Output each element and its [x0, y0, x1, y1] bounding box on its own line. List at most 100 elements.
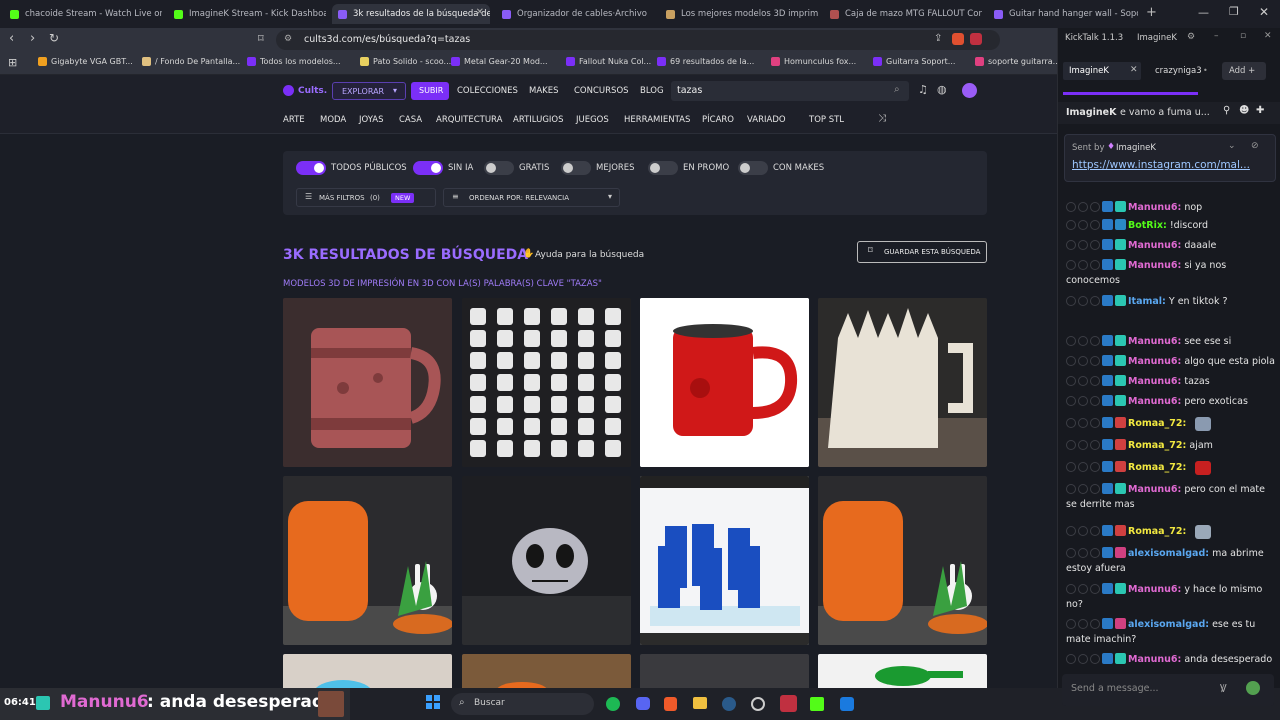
unpin-icon[interactable]: ⊘	[1251, 141, 1259, 151]
message-action-icon[interactable]	[1090, 462, 1100, 472]
discord-icon[interactable]	[636, 697, 650, 710]
add-chat-button[interactable]: Add +	[1222, 62, 1266, 80]
model-thumbnail[interactable]	[818, 654, 987, 688]
chat-username[interactable]: Romaa_72:	[1128, 440, 1186, 451]
model-thumbnail[interactable]	[640, 654, 809, 688]
bookmark-item[interactable]: soporte guitarra...	[975, 57, 1060, 66]
search-input[interactable]: tazas ⌕	[671, 81, 909, 101]
chat-message[interactable]: Manunu6: si ya nos conocemos	[1066, 258, 1276, 288]
category-casa[interactable]: CASA	[399, 115, 422, 125]
close-tab-icon[interactable]: ✕	[1130, 65, 1138, 75]
category-herramientas[interactable]: HERRAMIENTAS	[624, 115, 690, 125]
chat-username[interactable]: Manunu6:	[1128, 240, 1181, 251]
message-action-icon[interactable]	[1078, 240, 1088, 250]
chat-username[interactable]: Manunu6:	[1128, 336, 1181, 347]
message-action-icon[interactable]	[1078, 462, 1088, 472]
address-bar[interactable]: ⚙ cults3d.com/es/búsqueda?q=tazas ⇪	[276, 30, 1000, 50]
bookmark-item[interactable]: / Fondo De Pantalla...	[142, 57, 240, 66]
chat-message[interactable]: Manunu6: tazas	[1066, 374, 1276, 389]
model-thumbnail[interactable]	[640, 476, 809, 645]
toggle-gratis[interactable]	[484, 161, 514, 175]
model-thumbnail[interactable]	[462, 654, 631, 688]
category-variado[interactable]: VARIADO	[747, 115, 786, 125]
kick-icon[interactable]	[810, 697, 824, 711]
bookmark-item[interactable]: 69 resultados de la...	[657, 57, 754, 66]
model-thumbnail[interactable]	[283, 654, 452, 688]
bookmark-item[interactable]: Fallout Nuka Col...	[566, 57, 651, 66]
message-action-icon[interactable]	[1066, 240, 1076, 250]
chat-message[interactable]: Manunu6: algo que esta piola	[1066, 354, 1276, 369]
message-action-icon[interactable]	[1066, 296, 1076, 306]
message-action-icon[interactable]	[1090, 548, 1100, 558]
message-action-icon[interactable]	[1090, 336, 1100, 346]
category-arte[interactable]: ARTE	[283, 115, 305, 125]
browser-tab[interactable]: Organizador de cables·Archivo	[496, 4, 654, 24]
back-icon[interactable]: ‹	[9, 31, 14, 46]
chat-message[interactable]: Itamal: Y en tiktok ?	[1066, 294, 1276, 309]
message-action-icon[interactable]	[1078, 202, 1088, 212]
model-thumbnail[interactable]	[283, 298, 452, 467]
message-action-icon[interactable]	[1090, 396, 1100, 406]
chat-username[interactable]: Manunu6:	[1128, 654, 1181, 665]
message-action-icon[interactable]	[1090, 619, 1100, 629]
bookmark-item[interactable]: Gigabyte VGA GBT...	[38, 57, 133, 66]
message-action-icon[interactable]	[1090, 296, 1100, 306]
brave-shield-icon[interactable]	[952, 33, 964, 45]
model-thumbnail[interactable]	[462, 476, 631, 645]
avatar[interactable]	[962, 83, 977, 98]
chat-username[interactable]: alexisomalgad:	[1128, 548, 1209, 559]
pin-icon[interactable]: ⚲	[1223, 105, 1230, 116]
message-action-icon[interactable]	[1090, 202, 1100, 212]
message-action-icon[interactable]	[1066, 260, 1076, 270]
toggle-con-makes[interactable]	[738, 161, 768, 175]
message-action-icon[interactable]	[1078, 654, 1088, 664]
message-action-icon[interactable]	[1090, 584, 1100, 594]
site-logo[interactable]: Cults.	[298, 86, 327, 96]
message-action-icon[interactable]	[1066, 356, 1076, 366]
message-action-icon[interactable]	[1090, 376, 1100, 386]
unpin-icon[interactable]: ✚	[1256, 105, 1264, 116]
message-action-icon[interactable]	[1090, 356, 1100, 366]
browser-tab-active[interactable]: 3k resultados de la búsqueda de ✕	[332, 4, 490, 24]
chat-message[interactable]: Romaa_72:	[1066, 460, 1276, 475]
message-action-icon[interactable]	[1066, 440, 1076, 450]
message-action-icon[interactable]	[1078, 396, 1088, 406]
sort-select[interactable]: ≡ ORDENAR POR: RELEVANCIA ▾	[443, 188, 620, 207]
message-action-icon[interactable]	[1066, 418, 1076, 428]
browser-tab[interactable]: Guitar hand hanger wall - Sopor	[988, 4, 1138, 24]
message-action-icon[interactable]	[1090, 220, 1100, 230]
minimize-icon[interactable]: —	[1198, 6, 1209, 19]
chat-tab-crazyniga3[interactable]: crazyniga3	[1155, 66, 1202, 76]
chat-username[interactable]: Romaa_72:	[1128, 418, 1186, 429]
folder-icon[interactable]	[693, 697, 707, 709]
current-user[interactable]: ImagineK	[1137, 33, 1177, 43]
forward-icon[interactable]: ›	[30, 31, 35, 46]
chat-username[interactable]: Romaa_72:	[1128, 526, 1186, 537]
apps-grid-icon[interactable]: ⊞	[8, 56, 17, 69]
obs-icon[interactable]	[780, 695, 797, 712]
message-action-icon[interactable]	[1066, 202, 1076, 212]
message-action-icon[interactable]	[1078, 418, 1088, 428]
explore-button[interactable]: EXPLORAR ▾	[332, 82, 406, 100]
upload-button[interactable]: SUBIR	[411, 82, 449, 100]
chat-message[interactable]: Manunu6: nop	[1066, 200, 1276, 215]
site-info-icon[interactable]: ⚙	[284, 34, 292, 44]
message-action-icon[interactable]	[1066, 396, 1076, 406]
chat-message[interactable]: Romaa_72:	[1066, 524, 1276, 539]
message-action-icon[interactable]	[1090, 240, 1100, 250]
message-action-icon[interactable]	[1066, 548, 1076, 558]
maximize-icon[interactable]: ▫	[1240, 31, 1246, 41]
chat-message[interactable]: Manunu6: daaale	[1066, 238, 1276, 253]
chat-message[interactable]: alexisomalgad: ma abrime estoy afuera	[1066, 546, 1276, 576]
bookmark-item[interactable]: Homunculus fox...	[771, 57, 856, 66]
message-action-icon[interactable]	[1066, 376, 1076, 386]
category-artilugios[interactable]: ARTILUGIOS	[513, 115, 564, 125]
message-action-icon[interactable]	[1078, 336, 1088, 346]
bookmark-icon[interactable]: ⌑	[258, 32, 264, 45]
message-action-icon[interactable]	[1078, 296, 1088, 306]
category-arquitectura[interactable]: ARQUITECTURA	[436, 115, 502, 125]
browser-tab[interactable]: ImagineK Stream - Kick Dashboard	[168, 4, 326, 24]
shuffle-icon[interactable]: ⤨	[878, 113, 886, 124]
message-action-icon[interactable]	[1090, 418, 1100, 428]
message-action-icon[interactable]	[1078, 484, 1088, 494]
